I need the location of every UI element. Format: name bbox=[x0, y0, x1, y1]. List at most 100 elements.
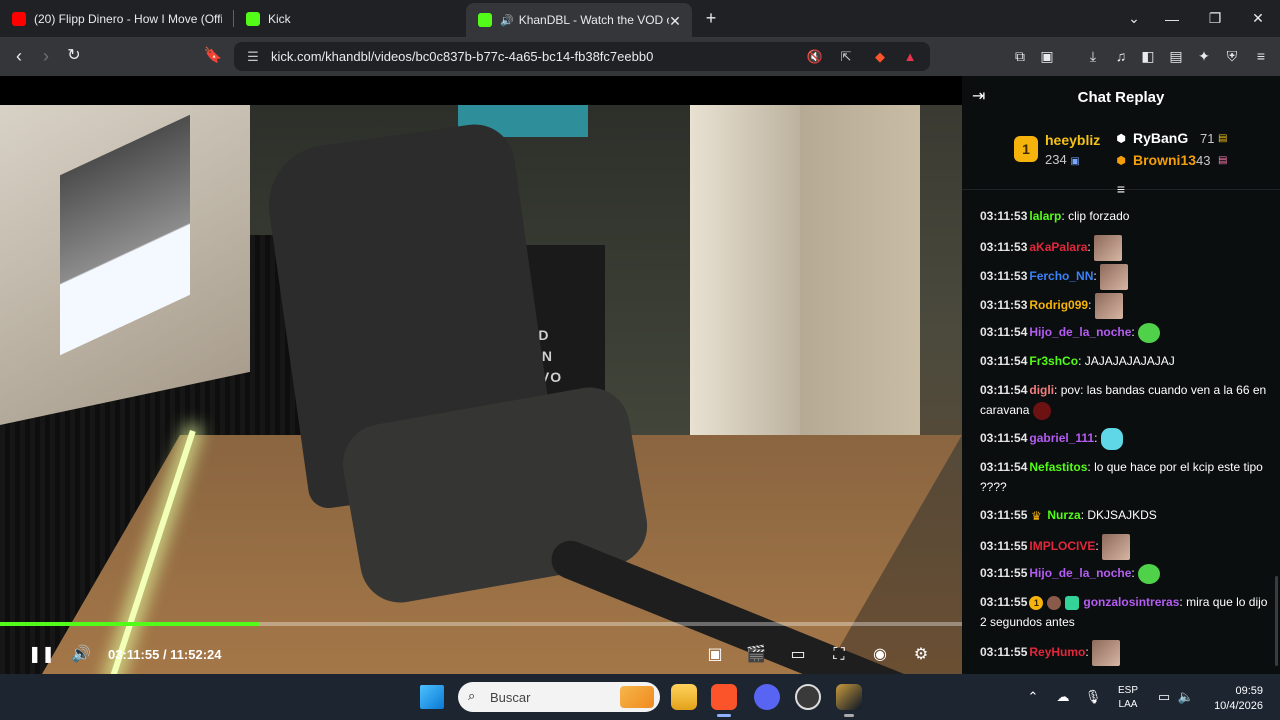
system-clock[interactable]: 09:59 10/4/2026 bbox=[1205, 684, 1263, 714]
message-username[interactable]: lalarp bbox=[1029, 209, 1061, 223]
brave-shields-icon[interactable]: ◆ bbox=[871, 48, 889, 66]
message-username[interactable]: Hijo_de_la_noche bbox=[1029, 566, 1131, 580]
second-gifter-name[interactable]: RyBanG bbox=[1133, 130, 1188, 146]
volume-icon[interactable]: 🔊 bbox=[70, 644, 92, 666]
site-info-icon[interactable]: ☰ bbox=[244, 48, 262, 66]
message-username[interactable]: digli bbox=[1029, 383, 1054, 397]
message-timestamp: 03:11:54 bbox=[980, 354, 1028, 368]
message-timestamp: 03:11:53 bbox=[980, 240, 1028, 255]
third-gifter-count: 43 bbox=[1196, 153, 1211, 168]
sidebar-icon[interactable]: ◧ bbox=[1138, 46, 1158, 66]
message-username[interactable]: Fercho_NN bbox=[1029, 269, 1093, 283]
taskbar-search[interactable]: ⌕ Buscar bbox=[458, 682, 660, 712]
message-username[interactable]: Nefastitos bbox=[1029, 460, 1087, 474]
message-username[interactable]: Fr3shCo bbox=[1029, 354, 1078, 368]
vpn-icon[interactable]: ⛨ bbox=[1222, 46, 1242, 66]
clip-icon[interactable]: 🎬 bbox=[745, 644, 767, 666]
message-timestamp: 03:11:54 bbox=[980, 460, 1028, 474]
menu-icon[interactable]: ≡ bbox=[1251, 46, 1271, 66]
emote-image[interactable] bbox=[1138, 563, 1161, 584]
chat-message: 03:11:53 Fercho_NN: bbox=[980, 264, 1272, 290]
show-hidden-icons-icon[interactable]: ⌃ bbox=[1024, 688, 1042, 706]
pause-icon[interactable]: ❚❚ bbox=[28, 644, 55, 666]
share-icon[interactable]: ⇱ bbox=[837, 48, 855, 66]
message-timestamp: 03:11:55 bbox=[980, 645, 1028, 660]
top-gifter-name[interactable]: heeybliz bbox=[1045, 132, 1100, 148]
chat-scrollbar[interactable] bbox=[1275, 576, 1278, 666]
leo-ai-icon[interactable]: ✦ bbox=[1194, 46, 1214, 66]
message-username[interactable]: Hijo_de_la_noche bbox=[1029, 325, 1131, 339]
miniplayer-icon[interactable]: ▣ bbox=[704, 644, 726, 666]
download-icon[interactable]: ⤓ bbox=[1083, 46, 1103, 66]
extensions-icon[interactable]: ⧉ bbox=[1010, 46, 1030, 66]
chat-messages: 03:11:53 lalarp: clip forzado 03:11:53 aKaP… bbox=[962, 206, 1280, 674]
expand-pinned-icon[interactable]: ≡ bbox=[1112, 182, 1130, 196]
close-window-button[interactable]: ✕ bbox=[1238, 0, 1278, 37]
emote-image[interactable] bbox=[1094, 235, 1123, 261]
back-icon[interactable]: ‹ bbox=[8, 45, 30, 67]
seek-bar[interactable] bbox=[0, 622, 962, 626]
settings-icon[interactable]: ⚙ bbox=[910, 644, 932, 666]
volume-tray-icon[interactable]: 🔈 bbox=[1177, 688, 1195, 706]
message-timestamp: 03:11:54 bbox=[980, 325, 1028, 339]
tab-youtube[interactable]: (20) Flipp Dinero - How I Move (Offic bbox=[0, 0, 234, 37]
brave-rewards-icon[interactable]: ▲ bbox=[901, 48, 919, 66]
top-gifter-count: 234 ▣ bbox=[1045, 152, 1080, 167]
tab-groups-icon[interactable]: ▣ bbox=[1037, 46, 1057, 66]
tab-khandbl-vod[interactable]: 🔊 KhanDBL - Watch the VOD on ✕ bbox=[466, 3, 692, 37]
third-gifter-name[interactable]: Browni13 bbox=[1133, 152, 1196, 168]
league-of-legends-icon[interactable] bbox=[836, 684, 862, 710]
reload-icon[interactable]: ↻ bbox=[63, 45, 85, 67]
emote-image[interactable] bbox=[1138, 322, 1161, 343]
emote-image[interactable] bbox=[1102, 534, 1131, 560]
forward-icon[interactable]: › bbox=[35, 45, 57, 67]
close-tab-icon[interactable]: ✕ bbox=[668, 14, 682, 28]
bookmark-icon[interactable]: 🔖 bbox=[202, 45, 224, 67]
message-username[interactable]: IMPLOCIVE bbox=[1029, 539, 1095, 553]
minimize-button[interactable]: — bbox=[1152, 0, 1192, 37]
message-username[interactable]: Rodrig099 bbox=[1029, 298, 1088, 312]
brave-browser-icon[interactable] bbox=[711, 684, 737, 710]
emote-image[interactable] bbox=[1092, 640, 1121, 666]
tab-search-icon[interactable]: ⌄ bbox=[1114, 0, 1154, 37]
rank-badge: 1 bbox=[1014, 136, 1038, 162]
playback-speed-icon[interactable]: ◉ bbox=[869, 644, 891, 666]
message-username[interactable]: ReyHumo bbox=[1029, 645, 1085, 659]
address-bar[interactable]: ☰ kick.com/khandbl/videos/bc0c837b-b77c-… bbox=[234, 42, 930, 71]
message-username[interactable]: aKaPalara bbox=[1029, 240, 1087, 254]
windows-start-icon[interactable] bbox=[420, 685, 444, 709]
gifter-rank-badge: 1 bbox=[1029, 595, 1044, 610]
theater-mode-icon[interactable]: ▭ bbox=[787, 644, 809, 666]
maximize-button[interactable]: ❐ bbox=[1195, 0, 1235, 37]
message-username[interactable]: Nurza bbox=[1047, 508, 1080, 522]
message-username[interactable]: gabriel_111 bbox=[1029, 431, 1094, 445]
tab-kick[interactable]: Kick bbox=[234, 0, 464, 37]
obs-icon[interactable] bbox=[795, 684, 821, 710]
gift-count: 234 bbox=[1045, 152, 1067, 167]
fullscreen-icon[interactable]: ⛶ bbox=[828, 644, 850, 666]
og-badge-icon bbox=[1047, 595, 1062, 610]
tab-title: (20) Flipp Dinero - How I Move (Offic bbox=[34, 11, 222, 26]
speaker-icon[interactable]: 🔊 bbox=[500, 14, 514, 27]
video-player[interactable]: HAND OIS IN ALL VO RDAY ❚❚ 🔊 03:11:55 / … bbox=[0, 76, 962, 674]
new-tab-button[interactable]: + bbox=[702, 9, 720, 27]
message-timestamp: 03:11:55 bbox=[980, 566, 1028, 580]
message-timestamp: 03:11:55 bbox=[980, 539, 1028, 554]
emote-image[interactable] bbox=[1100, 264, 1129, 290]
browser-toolbar: ‹ › ↻ 🔖 ☰ kick.com/khandbl/videos/bc0c83… bbox=[0, 37, 1280, 76]
mute-icon[interactable]: 🔇 bbox=[806, 48, 824, 66]
microphone-icon[interactable]: 🎙 bbox=[1084, 688, 1102, 706]
emote-image[interactable] bbox=[1094, 293, 1123, 319]
input-language[interactable]: ESP LAA bbox=[1118, 684, 1138, 712]
network-icon[interactable]: ▭ bbox=[1155, 688, 1173, 706]
discord-icon[interactable] bbox=[754, 684, 780, 710]
gift-icon: ▤ bbox=[1218, 133, 1228, 144]
music-icon[interactable]: ♫ bbox=[1111, 46, 1131, 66]
message-timestamp: 03:11:55 bbox=[980, 508, 1028, 522]
onedrive-icon[interactable]: ☁ bbox=[1054, 688, 1072, 706]
file-explorer-icon[interactable] bbox=[671, 684, 697, 710]
emote-image[interactable] bbox=[1100, 428, 1123, 450]
emote-image[interactable] bbox=[1033, 401, 1052, 420]
message-username[interactable]: gonzalosintreras bbox=[1083, 595, 1179, 609]
wallet-icon[interactable]: ▤ bbox=[1166, 46, 1186, 66]
